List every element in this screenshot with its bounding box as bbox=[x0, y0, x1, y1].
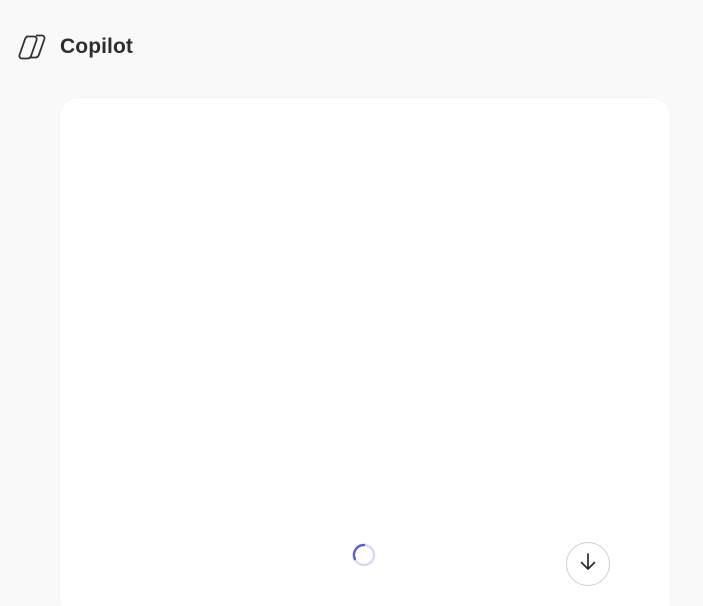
scroll-to-bottom-button[interactable] bbox=[566, 542, 610, 586]
app-header: Copilot bbox=[16, 30, 133, 64]
loading-spinner-icon bbox=[351, 542, 377, 568]
app-title: Copilot bbox=[60, 35, 134, 58]
copilot-window: Copilot bbox=[0, 0, 703, 606]
arrow-down-icon bbox=[576, 550, 600, 579]
chat-panel bbox=[60, 98, 670, 606]
copilot-logo-icon bbox=[16, 31, 48, 63]
